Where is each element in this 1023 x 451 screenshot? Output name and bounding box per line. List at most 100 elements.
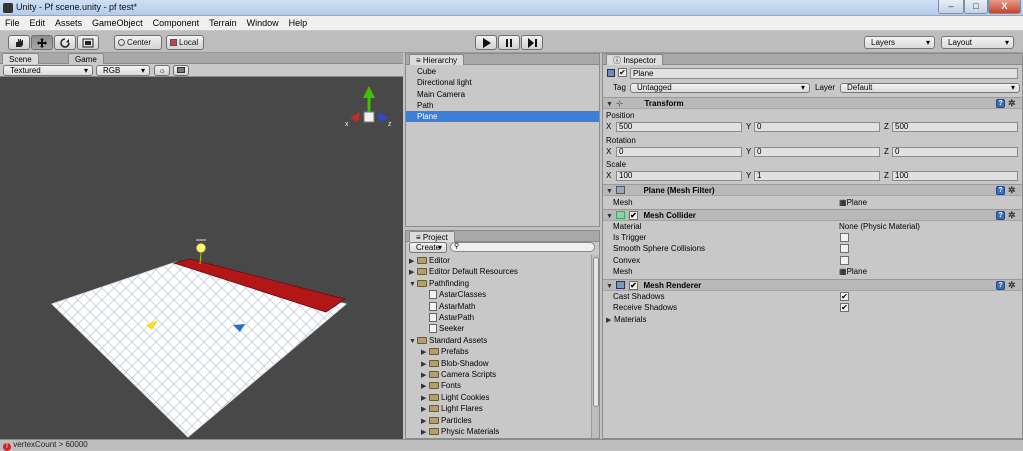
mesh-renderer-header[interactable]: ▼ ✔ Mesh Renderer ? ✲ — [603, 279, 1022, 291]
collapsed-arrow-icon[interactable]: ▶ — [421, 416, 429, 427]
help-icon[interactable]: ? — [996, 186, 1005, 195]
tab-scene[interactable]: Scene — [2, 53, 39, 64]
tab-hierarchy[interactable]: ≡ Hierarchy — [409, 54, 465, 65]
materials-foldout[interactable]: ▶ Materials — [606, 314, 806, 325]
scale-tool-button[interactable] — [77, 35, 99, 50]
close-window-button[interactable]: X — [988, 0, 1021, 14]
project-scrollbar[interactable] — [591, 255, 599, 438]
create-dropdown[interactable]: Create — [409, 242, 447, 253]
collapsed-arrow-icon[interactable]: ▶ — [421, 370, 429, 381]
hierarchy-item-directional-light[interactable]: Directional light — [406, 77, 599, 88]
collapsed-arrow-icon[interactable]: ▶ — [409, 256, 417, 267]
color-mode-dropdown[interactable]: RGB — [96, 65, 150, 76]
rotation-z-field[interactable]: 0 — [892, 147, 1018, 157]
scene-lighting-toggle[interactable]: ☼ — [154, 65, 170, 76]
pause-button[interactable] — [498, 35, 520, 50]
project-item[interactable]: AstarMath — [421, 301, 475, 312]
cast-shadows-checkbox[interactable]: ✔ — [840, 292, 849, 301]
hand-tool-button[interactable] — [8, 35, 30, 50]
step-button[interactable] — [521, 35, 543, 50]
collapsed-arrow-icon[interactable]: ▶ — [421, 393, 429, 404]
mesh-collider-enabled-checkbox[interactable]: ✔ — [629, 211, 638, 220]
gear-icon[interactable]: ✲ — [1008, 99, 1017, 108]
object-name-field[interactable]: Plane — [630, 68, 1018, 79]
collapsed-arrow-icon[interactable]: ▶ — [421, 404, 429, 415]
mesh-collider-header[interactable]: ▼ ✔ Mesh Collider ? ✲ — [603, 209, 1022, 221]
transform-header[interactable]: ▼ ⊹ Transform ? ✲ — [603, 97, 1022, 109]
move-tool-button[interactable] — [31, 35, 53, 50]
scale-z-field[interactable]: 100 — [892, 171, 1018, 181]
is-trigger-checkbox[interactable] — [840, 233, 849, 242]
menu-file[interactable]: File — [0, 16, 25, 30]
scale-y-field[interactable]: 1 — [754, 171, 880, 181]
collapsed-arrow-icon[interactable]: ▶ — [421, 347, 429, 358]
directional-light-gizmo[interactable] — [195, 239, 207, 265]
rotation-x-field[interactable]: 0 — [616, 147, 742, 157]
project-item[interactable]: ▶ Editor — [409, 255, 450, 266]
mesh-filter-mesh-value[interactable]: ▦Plane — [839, 197, 989, 208]
project-item[interactable]: AstarPath — [421, 312, 474, 323]
gear-icon[interactable]: ✲ — [1008, 281, 1017, 290]
project-item[interactable]: ▶ Prefabs — [421, 346, 469, 357]
tab-game[interactable]: Game — [68, 53, 104, 64]
menu-assets[interactable]: Assets — [50, 16, 87, 30]
position-z-field[interactable]: 500 — [892, 122, 1018, 132]
scene-viewport[interactable]: x z — [0, 78, 403, 439]
scene-orientation-gizmo[interactable]: x z — [345, 86, 392, 128]
help-icon[interactable]: ? — [996, 281, 1005, 290]
project-item[interactable]: ▶ Particles — [421, 415, 472, 426]
tag-dropdown[interactable]: Untagged — [630, 83, 810, 93]
project-item[interactable]: ▶ Light Cookies — [421, 392, 489, 403]
expanded-arrow-icon[interactable]: ▼ — [409, 336, 417, 347]
project-item[interactable]: ▶ Light Flares — [421, 403, 483, 414]
project-item[interactable]: ▶ Physic Materials — [421, 426, 499, 437]
collapsed-arrow-icon[interactable]: ▶ — [421, 359, 429, 370]
smooth-sphere-collisions-checkbox[interactable] — [840, 244, 849, 253]
expanded-arrow-icon[interactable]: ▼ — [409, 279, 417, 290]
rotate-tool-button[interactable] — [54, 35, 76, 50]
help-icon[interactable]: ? — [996, 99, 1005, 108]
gear-icon[interactable]: ✲ — [1008, 211, 1017, 220]
convex-checkbox[interactable] — [840, 256, 849, 265]
mesh-renderer-enabled-checkbox[interactable]: ✔ — [629, 281, 638, 290]
project-item[interactable]: ▶ Blob-Shadow — [421, 358, 489, 369]
menu-help[interactable]: Help — [284, 16, 313, 30]
menu-gameobject[interactable]: GameObject — [87, 16, 148, 30]
maximize-button[interactable]: □ — [964, 0, 988, 14]
status-bar[interactable]: ! vertexCount > 60000 — [0, 439, 1023, 451]
mesh-collider-mesh-value[interactable]: ▦Plane — [839, 266, 989, 277]
layer-dropdown[interactable]: Default — [840, 83, 1020, 93]
project-item[interactable]: ▶ Editor Default Resources — [409, 266, 518, 277]
tab-inspector[interactable]: ⓘ Inspector — [606, 54, 664, 65]
project-item[interactable]: ▼ Standard Assets — [409, 335, 487, 346]
menu-terrain[interactable]: Terrain — [204, 16, 242, 30]
scale-x-field[interactable]: 100 — [616, 171, 742, 181]
project-scrollbar-thumb[interactable] — [593, 257, 599, 407]
project-item[interactable]: ▼ Pathfinding — [409, 278, 469, 289]
menu-component[interactable]: Component — [148, 16, 205, 30]
collapsed-arrow-icon[interactable]: ▶ — [421, 427, 429, 438]
position-y-field[interactable]: 0 — [754, 122, 880, 132]
plane-mesh[interactable] — [51, 258, 348, 438]
hierarchy-item-cube[interactable]: Cube — [406, 66, 599, 77]
collapsed-arrow-icon[interactable]: ▶ — [409, 267, 417, 278]
position-x-field[interactable]: 500 — [616, 122, 742, 132]
render-mode-dropdown[interactable]: Textured — [3, 65, 93, 76]
layers-dropdown[interactable]: Layers — [864, 36, 935, 49]
menu-window[interactable]: Window — [242, 16, 284, 30]
tab-project[interactable]: ≡ Project — [409, 231, 455, 242]
mesh-filter-header[interactable]: ▼ Plane (Mesh Filter) ? ✲ — [603, 184, 1022, 196]
minimize-button[interactable]: – — [938, 0, 964, 14]
pivot-local-button[interactable]: Local — [166, 35, 204, 50]
material-value[interactable]: None (Physic Material) — [839, 221, 1019, 232]
scene-effects-toggle[interactable] — [173, 65, 189, 76]
receive-shadows-checkbox[interactable]: ✔ — [840, 303, 849, 312]
rotation-y-field[interactable]: 0 — [754, 147, 880, 157]
project-item[interactable]: AstarClasses — [421, 289, 486, 300]
hierarchy-item-path[interactable]: Path — [406, 100, 599, 111]
hierarchy-item-main-camera[interactable]: Main Camera — [406, 89, 599, 100]
object-active-checkbox[interactable]: ✔ — [618, 68, 627, 77]
pivot-center-button[interactable]: Center — [114, 35, 162, 50]
play-button[interactable] — [475, 35, 497, 50]
collapsed-arrow-icon[interactable]: ▶ — [421, 381, 429, 392]
